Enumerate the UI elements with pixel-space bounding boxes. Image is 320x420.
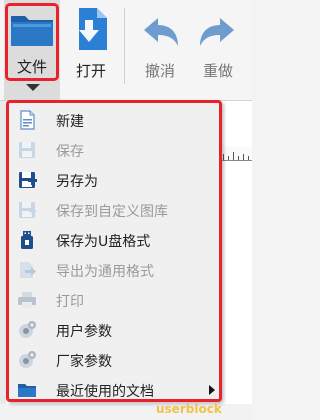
file-dropdown-menu: 新建 保存 另存为 保存到自定义图库 保存为U盘格式 导出为通用格式 打印 用户…: [6, 100, 222, 402]
factory-settings-icon: [19, 351, 36, 368]
menu-item-factory-params[interactable]: 厂家参数: [9, 345, 219, 375]
folder-icon: [18, 384, 36, 397]
open-file-icon: [79, 8, 107, 50]
toolbar: 文件 打开 撤消 重做: [0, 0, 252, 101]
menu-item-label: 打印: [56, 294, 84, 310]
menu-item-user-params[interactable]: 用户参数: [9, 315, 219, 345]
undo-button[interactable]: 撤消: [132, 0, 188, 100]
menu-item-save-as[interactable]: 另存为: [9, 165, 219, 195]
ruler: [220, 146, 252, 161]
user-settings-icon: [19, 321, 36, 338]
undo-label: 撤消: [144, 62, 175, 80]
menu-item-label: 保存: [56, 144, 84, 160]
menu-item-export[interactable]: 导出为通用格式: [9, 255, 219, 285]
menu-item-label: 另存为: [56, 174, 98, 190]
toolbar-separator: [124, 8, 125, 84]
save-to-library-icon: [19, 202, 36, 218]
menu-item-save-to-library[interactable]: 保存到自定义图库: [9, 195, 219, 225]
menu-item-print[interactable]: 打印: [9, 285, 219, 315]
menu-item-label: 厂家参数: [56, 354, 112, 370]
redo-arrow-icon: [200, 18, 234, 46]
redo-label: 重做: [202, 62, 233, 80]
menu-item-recent-documents[interactable]: 最近使用的文档: [9, 375, 219, 405]
menu-item-label: 保存为U盘格式: [56, 234, 151, 250]
watermark: userblock: [156, 402, 222, 416]
menu-item-label: 最近使用的文档: [56, 384, 154, 400]
usb-drive-icon: [21, 231, 33, 249]
menu-item-label: 保存到自定义图库: [56, 204, 168, 220]
menu-item-label: 新建: [56, 114, 84, 130]
open-button[interactable]: 打开: [66, 0, 116, 100]
menu-item-new[interactable]: 新建: [9, 105, 219, 135]
redo-button[interactable]: 重做: [192, 0, 244, 100]
undo-arrow-icon: [144, 18, 178, 46]
open-label: 打开: [75, 62, 106, 80]
printer-icon: [18, 292, 36, 308]
new-document-icon: [20, 110, 35, 130]
submenu-arrow-icon: [209, 385, 215, 395]
save-icon: [19, 142, 35, 158]
export-icon: [20, 262, 36, 278]
menu-item-save-usb[interactable]: 保存为U盘格式: [9, 225, 219, 255]
file-button-highlight: [5, 3, 59, 81]
menu-item-label: 用户参数: [56, 324, 112, 340]
menu-item-label: 导出为通用格式: [56, 264, 154, 280]
chevron-down-icon: [26, 84, 40, 91]
menu-item-save[interactable]: 保存: [9, 135, 219, 165]
save-as-icon: [19, 172, 37, 188]
